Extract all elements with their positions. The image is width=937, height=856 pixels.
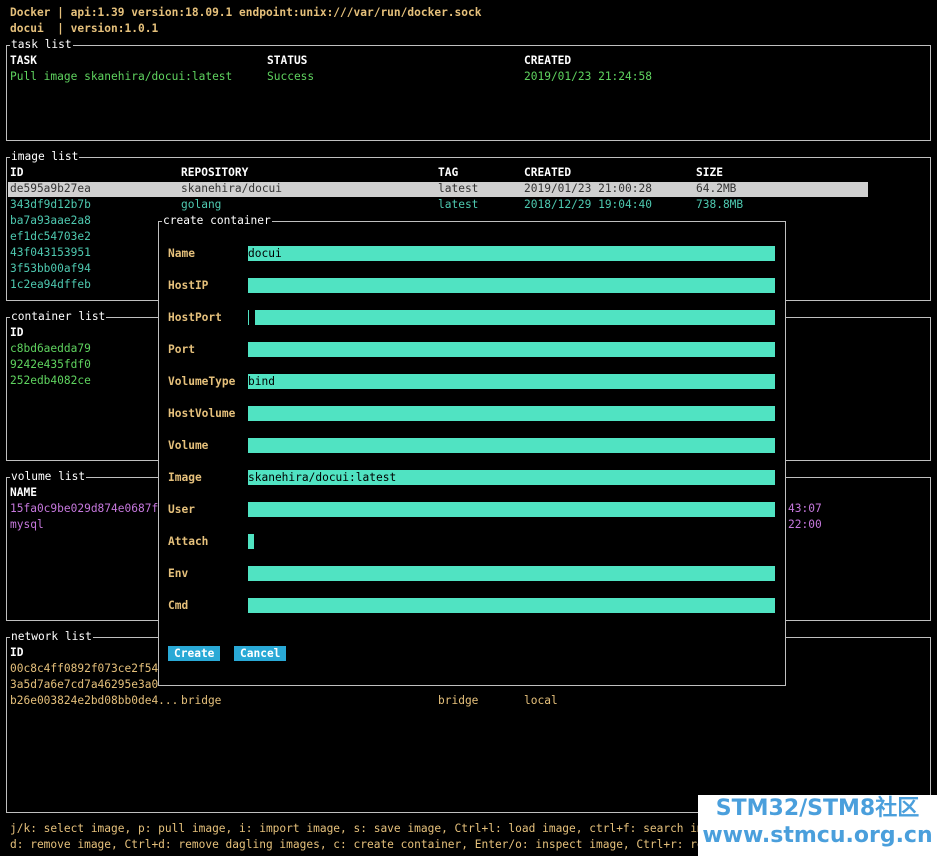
user-label: User: [168, 503, 195, 516]
table-row[interactable]: 9242e435fdf0: [10, 357, 91, 373]
table-row[interactable]: 1c2ea94dffeb: [10, 277, 91, 293]
table-row[interactable]: ef1dc54703e2: [10, 229, 91, 245]
column-header-id: ID: [10, 166, 24, 179]
name-label: Name: [168, 247, 195, 260]
image-size: 738.8MB: [696, 198, 744, 211]
volume-input[interactable]: [248, 438, 775, 453]
table-row[interactable]: 3a5d7a6e7cd7a46295e3a0: [10, 677, 158, 693]
volumetype-input[interactable]: bind: [248, 374, 775, 389]
watermark-line2: www.stmcu.org.cn: [702, 823, 933, 848]
env-input[interactable]: [248, 566, 775, 581]
image-repository: skanehira/docui: [181, 182, 283, 195]
attach-label: Attach: [168, 535, 209, 548]
table-row[interactable]: 43f043153951: [10, 245, 91, 261]
volume-created-fragment: 43:07: [788, 502, 822, 515]
network-scope: local: [524, 694, 558, 707]
cmd-input[interactable]: [248, 598, 775, 613]
create-button[interactable]: Create: [168, 646, 221, 661]
create-container-dialog[interactable]: create container Name docui HostIP HostP…: [158, 213, 786, 686]
image-created: 2019/01/23 21:00:28: [524, 182, 652, 195]
cancel-button[interactable]: Cancel: [234, 646, 287, 661]
image-created: 2018/12/29 19:04:40: [524, 198, 652, 211]
image-list-title: image list: [10, 149, 80, 165]
image-size: 64.2MB: [696, 182, 737, 195]
attach-checkbox[interactable]: [248, 534, 254, 549]
keybinding-help-line1: j/k: select image, p: pull image, i: imp…: [10, 822, 731, 835]
image-id: 343df9d12b7b: [10, 198, 91, 211]
hostport-label: HostPort: [168, 311, 222, 324]
column-header-task: TASK: [10, 54, 37, 67]
hostvolume-label: HostVolume: [168, 407, 236, 420]
cmd-label: Cmd: [168, 599, 189, 612]
column-header-id: ID: [10, 646, 24, 659]
app-header-line2: docui | version:1.0.1: [10, 22, 159, 35]
hostport-input[interactable]: [248, 310, 775, 325]
table-row-selected[interactable]: de595a9b27ea skanehira/docui latest 2019…: [8, 182, 868, 197]
network-id: b26e003824e2bd08bb0de4...: [10, 694, 179, 707]
task-created: 2019/01/23 21:24:58: [524, 70, 652, 83]
network-list-title: network list: [10, 629, 93, 645]
env-label: Env: [168, 567, 189, 580]
task-list-title: task list: [10, 37, 73, 53]
watermark-line1: STM32/STM8社区: [715, 796, 920, 821]
image-tag: latest: [438, 182, 479, 195]
hostvolume-input[interactable]: [248, 406, 775, 421]
column-header-size: SIZE: [696, 166, 723, 179]
column-header-status: STATUS: [267, 54, 308, 67]
name-input[interactable]: docui: [248, 246, 775, 261]
image-input[interactable]: skanehira/docui:latest: [248, 470, 775, 485]
watermark-logo: STM32/STM8社区 www.stmcu.org.cn: [698, 795, 937, 856]
hostip-label: HostIP: [168, 279, 209, 292]
volumetype-label: VolumeType: [168, 375, 236, 388]
task-status: Success: [267, 70, 315, 83]
table-row[interactable]: c8bd6aedda79: [10, 341, 91, 357]
image-repository: golang: [181, 198, 222, 211]
dialog-title: create container: [162, 213, 272, 229]
task-list-panel[interactable]: task list TASK STATUS CREATED Pull image…: [6, 37, 931, 141]
user-input[interactable]: [248, 502, 775, 517]
text-cursor: [249, 310, 255, 325]
table-row[interactable]: 252edb4082ce: [10, 373, 91, 389]
keybinding-help-line2: d: remove image, Ctrl+d: remove dagling …: [10, 838, 738, 851]
volume-label: Volume: [168, 439, 209, 452]
port-label: Port: [168, 343, 195, 356]
volume-created-fragment: 22:00: [788, 518, 822, 531]
table-row[interactable]: 00c8c4ff0892f073ce2f54: [10, 661, 158, 677]
network-name: bridge: [181, 694, 222, 707]
container-list-title: container list: [10, 309, 107, 325]
column-header-name: NAME: [10, 486, 37, 499]
image-label: Image: [168, 471, 202, 484]
port-input[interactable]: [248, 342, 775, 357]
hostip-input[interactable]: [248, 278, 775, 293]
image-id: de595a9b27ea: [10, 182, 91, 195]
app-header-line1: Docker | api:1.39 version:18.09.1 endpoi…: [10, 6, 482, 19]
task-name: Pull image skanehira/docui:latest: [10, 70, 233, 83]
table-row[interactable]: mysql: [10, 517, 44, 533]
column-header-created: CREATED: [524, 54, 572, 67]
column-header-created: CREATED: [524, 166, 572, 179]
network-driver: bridge: [438, 694, 479, 707]
column-header-repository: REPOSITORY: [181, 166, 249, 179]
table-row[interactable]: ba7a93aae2a8: [10, 213, 91, 229]
table-row[interactable]: 15fa0c9be029d874e0687f: [10, 501, 158, 517]
volume-list-title: volume list: [10, 469, 87, 485]
column-header-id: ID: [10, 326, 24, 339]
image-tag: latest: [438, 198, 479, 211]
table-row[interactable]: 3f53bb00af94: [10, 261, 91, 277]
column-header-tag: TAG: [438, 166, 459, 179]
